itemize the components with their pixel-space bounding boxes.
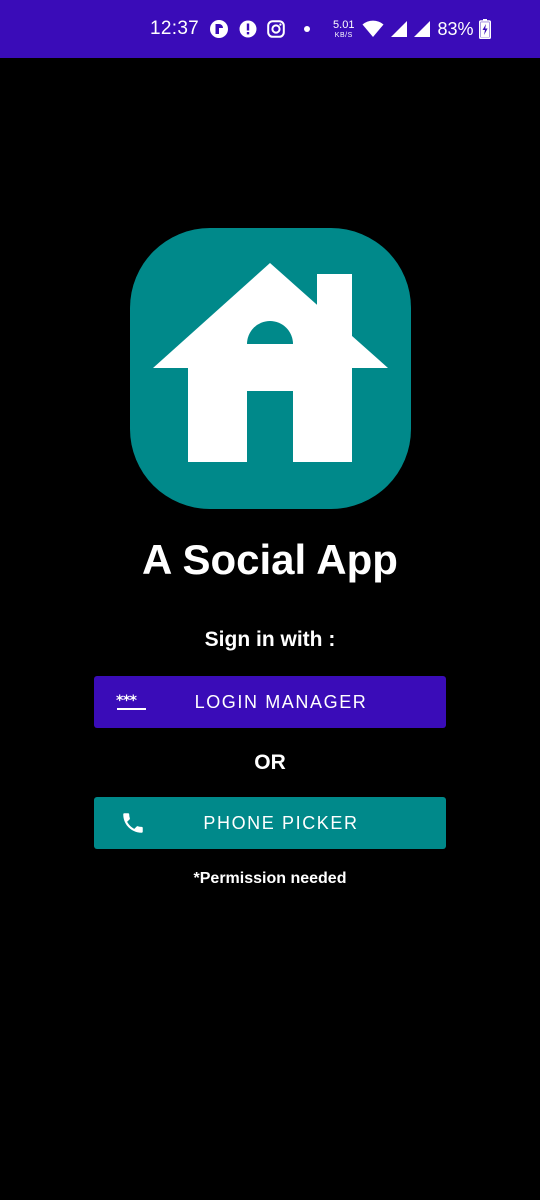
- login-manager-button[interactable]: *** LOGIN MANAGER: [94, 676, 446, 728]
- house-icon: [153, 263, 388, 462]
- app-notification-icon: [209, 19, 229, 39]
- app-title: A Social App: [142, 536, 398, 583]
- net-speed-value: 5.01: [333, 18, 355, 31]
- phone-picker-label: PHONE PICKER: [203, 812, 359, 833]
- signal-icon: [413, 20, 431, 38]
- svg-text:***: ***: [116, 693, 138, 709]
- dot-icon: [303, 25, 311, 33]
- signal-icon: [390, 20, 408, 38]
- instagram-icon: [267, 20, 285, 38]
- permission-note: *Permission needed: [193, 870, 347, 887]
- clock: 12:37: [150, 18, 200, 39]
- battery-charging-icon: [478, 19, 491, 39]
- phone-icon: [120, 797, 146, 849]
- net-speed-unit: KB/S: [334, 31, 353, 39]
- status-bar-content: 12:37 5.01 KB/S 83%: [150, 0, 491, 58]
- status-bar: 12:37 5.01 KB/S 83%: [0, 0, 540, 58]
- app-logo: [130, 228, 411, 509]
- or-label: OR: [254, 751, 286, 774]
- net-speed: 5.01 KB/S: [333, 18, 355, 39]
- battery-percent: 83%: [437, 18, 474, 39]
- sign-in-label: Sign in with :: [204, 628, 336, 651]
- phone-picker-button[interactable]: PHONE PICKER: [94, 797, 446, 849]
- alert-icon: [239, 20, 257, 38]
- password-icon: ***: [116, 676, 148, 728]
- wifi-icon: [362, 20, 384, 38]
